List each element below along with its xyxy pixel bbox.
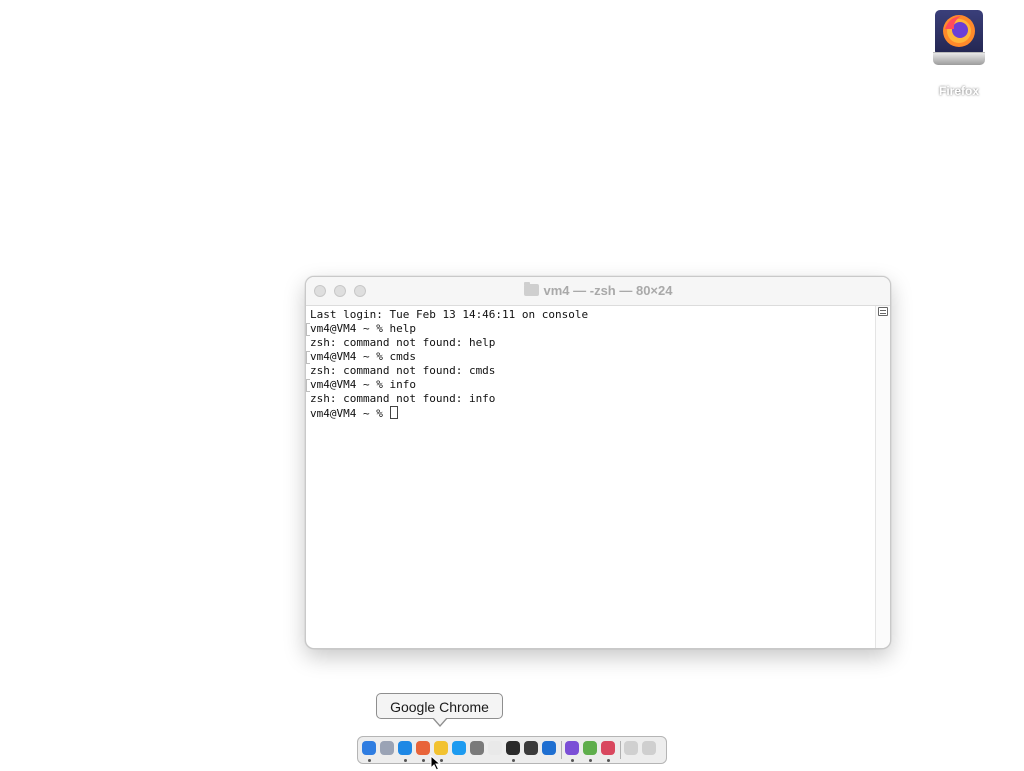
vscode-icon[interactable]	[542, 741, 556, 755]
window-title-text: vm4 — -zsh — 80×24	[543, 283, 673, 298]
running-indicator	[589, 759, 592, 762]
terminal-prompt-line[interactable]: vm4@VM4 ~ %	[310, 406, 872, 420]
prompt-mark-left	[306, 323, 310, 336]
desktop-icon-label: Firefox	[938, 84, 979, 98]
scroll-gutter[interactable]	[875, 306, 890, 648]
tooltip-arrow-fill	[433, 717, 447, 725]
terminal-window[interactable]: vm4 — -zsh — 80×24 Last login: Tue Feb 1…	[305, 276, 891, 649]
terminal-line: zsh: command not found: cmds	[310, 364, 496, 377]
running-indicator	[607, 759, 610, 762]
trash-icon[interactable]	[642, 741, 656, 755]
firefox-drive-icon	[933, 8, 985, 66]
terminal-icon[interactable]	[506, 741, 520, 755]
dock-separator	[620, 741, 621, 759]
firefox-icon[interactable]	[416, 741, 430, 755]
running-indicator	[368, 759, 371, 762]
launchpad-icon[interactable]	[380, 741, 394, 755]
running-indicator	[512, 759, 515, 762]
app-icon-1[interactable]	[524, 741, 538, 755]
terminal-line: vm4@VM4 ~ % info	[306, 378, 880, 392]
text-cursor	[390, 406, 399, 419]
safari-icon[interactable]	[398, 741, 412, 755]
dock-separator	[561, 741, 562, 759]
terminal-line: vm4@VM4 ~ % help	[306, 322, 880, 336]
dock-tooltip: Google Chrome	[376, 693, 503, 719]
terminal-line: zsh: command not found: info	[310, 392, 496, 405]
terminal-line: zsh: command not found: help	[310, 336, 496, 349]
system-settings-icon[interactable]	[470, 741, 484, 755]
mouse-pointer-icon	[430, 755, 442, 771]
marks-menu-icon[interactable]	[878, 307, 888, 316]
app-store-icon[interactable]	[452, 741, 466, 755]
folder-icon	[523, 282, 539, 296]
running-indicator	[571, 759, 574, 762]
downloads-icon[interactable]	[624, 741, 638, 755]
finder-icon[interactable]	[362, 741, 376, 755]
window-titlebar[interactable]: vm4 — -zsh — 80×24	[306, 277, 890, 306]
desktop-icon-firefox[interactable]: Firefox	[927, 8, 991, 98]
chrome-icon[interactable]	[434, 741, 448, 755]
dock	[357, 736, 667, 764]
firefox-alt-icon[interactable]	[601, 741, 615, 755]
app-icon-3[interactable]	[583, 741, 597, 755]
terminal-line: Last login: Tue Feb 13 14:46:11 on conso…	[310, 308, 589, 321]
textedit-icon[interactable]	[488, 741, 502, 755]
window-title: vm4 — -zsh — 80×24	[306, 282, 890, 298]
terminal-line: vm4@VM4 ~ % cmds	[306, 350, 880, 364]
prompt-mark-left	[306, 379, 310, 392]
app-icon-2[interactable]	[565, 741, 579, 755]
prompt-mark-left	[306, 351, 310, 364]
running-indicator	[404, 759, 407, 762]
running-indicator	[422, 759, 425, 762]
terminal-content[interactable]: Last login: Tue Feb 13 14:46:11 on conso…	[306, 306, 880, 648]
